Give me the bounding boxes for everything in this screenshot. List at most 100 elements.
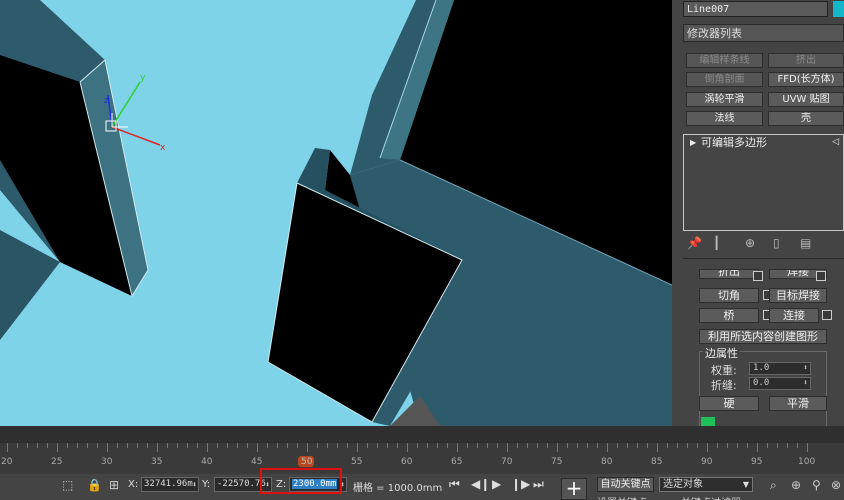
chamfer-button[interactable]: 切角 bbox=[699, 288, 759, 303]
timeline-tick bbox=[437, 443, 438, 448]
chevron-down-icon[interactable]: ▼ bbox=[743, 478, 749, 491]
timeline-tick bbox=[57, 443, 58, 452]
zoom-extents-icon[interactable]: ⚲ bbox=[812, 478, 821, 492]
target-weld-button[interactable]: 目标焊接 bbox=[769, 288, 827, 303]
timeline-tick bbox=[487, 443, 488, 448]
smooth-button[interactable]: 平滑 bbox=[769, 396, 827, 411]
edge-properties-title: 边属性 bbox=[703, 345, 740, 361]
timeline-tick bbox=[777, 443, 778, 448]
timeline-tick bbox=[107, 443, 108, 452]
zoom-icon[interactable]: ⌕ bbox=[770, 478, 777, 493]
connect-button[interactable]: 连接 bbox=[769, 308, 819, 323]
timeline-tick bbox=[757, 443, 758, 452]
key-filters-button[interactable]: 关键点过滤器 bbox=[681, 494, 753, 500]
shell-button[interactable]: 壳 bbox=[768, 111, 844, 126]
timeline-tick bbox=[127, 443, 128, 448]
timeline-tick bbox=[657, 443, 658, 452]
timeline-tick bbox=[47, 443, 48, 448]
svg-text:y: y bbox=[140, 73, 146, 83]
y-label: Y: bbox=[202, 479, 211, 490]
timeline-tick bbox=[767, 443, 768, 448]
configure-sets-icon[interactable]: ▤ bbox=[800, 236, 811, 250]
create-shape-button[interactable]: 利用所选内容创建图形 bbox=[699, 329, 827, 344]
timeline-tick bbox=[147, 443, 148, 448]
go-to-end-icon[interactable]: ⏭ bbox=[533, 477, 544, 492]
set-key-button[interactable]: 设置关键点 bbox=[597, 494, 654, 500]
zoom-extents-all-icon[interactable]: ⊗ bbox=[831, 478, 841, 492]
bevel-profile-button[interactable]: 倒角剖面 bbox=[686, 72, 763, 87]
timeline-tick bbox=[267, 443, 268, 448]
timeline-tick-label: 50 bbox=[301, 457, 313, 467]
timeline-tick bbox=[347, 443, 348, 448]
modifier-list-dropdown[interactable]: 修改器列表 bbox=[683, 24, 844, 42]
timeline-tick bbox=[727, 443, 728, 448]
lock-selection-icon[interactable]: 🔒 bbox=[87, 478, 102, 492]
normal-button[interactable]: 法线 bbox=[686, 111, 763, 126]
modifier-stack[interactable]: ▶ 可编辑多边形 ◁ bbox=[683, 134, 844, 231]
viewport-scene[interactable]: y x z bbox=[0, 0, 672, 426]
isolate-selection-icon[interactable]: ⬚ bbox=[62, 478, 73, 492]
selected-object-dropdown[interactable]: 选定对象 ▼ bbox=[659, 477, 753, 492]
object-color-swatch[interactable] bbox=[833, 1, 844, 17]
highlight-box bbox=[260, 468, 342, 494]
perspective-viewport[interactable]: y x z bbox=[0, 0, 672, 426]
timeline-tick bbox=[567, 443, 568, 448]
show-end-result-icon[interactable]: ┃ bbox=[713, 236, 720, 250]
turbosmooth-button[interactable]: 涡轮平滑 bbox=[686, 92, 763, 107]
timeline-tick bbox=[137, 443, 138, 448]
bridge-button[interactable]: 桥 bbox=[699, 308, 759, 323]
extrude-settings-icon[interactable] bbox=[753, 271, 763, 281]
timeline-tick bbox=[497, 443, 498, 448]
edit-spline-button[interactable]: 编辑样条线 bbox=[686, 53, 763, 68]
uvw-map-button[interactable]: UVW 贴图 bbox=[768, 92, 844, 107]
timeline-tick bbox=[307, 443, 308, 452]
timeline-tick bbox=[687, 443, 688, 448]
timeline-tick bbox=[7, 443, 8, 452]
zoom-all-icon[interactable]: ⊕ bbox=[791, 478, 801, 492]
connect-settings-icon[interactable] bbox=[822, 310, 832, 320]
spinner-arrows-icon[interactable]: ⬍ bbox=[803, 362, 808, 373]
display-hard-edges-color[interactable] bbox=[701, 417, 715, 426]
timeline-tick bbox=[787, 443, 788, 448]
ffd-box-button[interactable]: FFD(长方体) bbox=[768, 72, 844, 87]
timeline-tick bbox=[507, 443, 508, 452]
hard-button[interactable]: 硬 bbox=[699, 396, 759, 411]
extrude-button[interactable]: 挤出 bbox=[768, 53, 844, 68]
absolute-mode-icon[interactable]: ⊞ bbox=[109, 478, 119, 492]
weld-settings-icon[interactable] bbox=[816, 271, 826, 281]
timeline-tick bbox=[317, 443, 318, 448]
timeline-tick bbox=[87, 443, 88, 448]
timeline-tick bbox=[357, 443, 358, 452]
crease-spinner[interactable]: 0.0 ⬍ bbox=[749, 377, 811, 390]
spinner-arrows-icon[interactable]: ⬍ bbox=[803, 377, 808, 388]
collapse-arrow-icon[interactable]: ◁ bbox=[832, 135, 839, 150]
play-icon[interactable]: ▶ bbox=[492, 477, 501, 491]
extrude-edge-button[interactable]: 折出 bbox=[699, 269, 759, 279]
spinner-arrows-icon[interactable]: ⬍ bbox=[192, 478, 197, 491]
timeline-tick bbox=[697, 443, 698, 448]
time-slider[interactable] bbox=[0, 426, 844, 443]
timeline-tick bbox=[597, 443, 598, 448]
timeline-tick bbox=[287, 443, 288, 448]
timeline-tick bbox=[327, 443, 328, 448]
add-key-button[interactable]: + bbox=[561, 478, 587, 500]
timeline-tick bbox=[467, 443, 468, 448]
auto-key-button[interactable]: 自动关键点 bbox=[597, 477, 654, 492]
pin-stack-icon[interactable]: 📌 bbox=[687, 236, 702, 250]
make-unique-icon[interactable]: ⊕ bbox=[745, 236, 755, 250]
previous-frame-icon[interactable]: ◀❙ bbox=[471, 477, 490, 491]
timeline-tick bbox=[427, 443, 428, 448]
timeline-tick bbox=[627, 443, 628, 448]
timeline-tick-label: 60 bbox=[401, 457, 413, 467]
x-label: X: bbox=[128, 479, 139, 490]
weight-spinner[interactable]: 1.0 ⬍ bbox=[749, 362, 811, 375]
x-coordinate-field[interactable]: 32741.96m ⬍ bbox=[141, 477, 199, 492]
timeline-tick bbox=[707, 443, 708, 452]
expand-triangle-icon[interactable]: ▶ bbox=[690, 135, 696, 150]
go-to-start-icon[interactable]: ⏮ bbox=[449, 477, 460, 492]
stack-item-editable-poly[interactable]: ▶ 可编辑多边形 ◁ bbox=[684, 135, 843, 150]
next-frame-icon[interactable]: ❙▶ bbox=[511, 477, 530, 491]
remove-modifier-icon[interactable]: ▯ bbox=[773, 236, 780, 250]
object-name-field[interactable]: Line007 bbox=[683, 1, 828, 17]
timeline-tick bbox=[737, 443, 738, 448]
